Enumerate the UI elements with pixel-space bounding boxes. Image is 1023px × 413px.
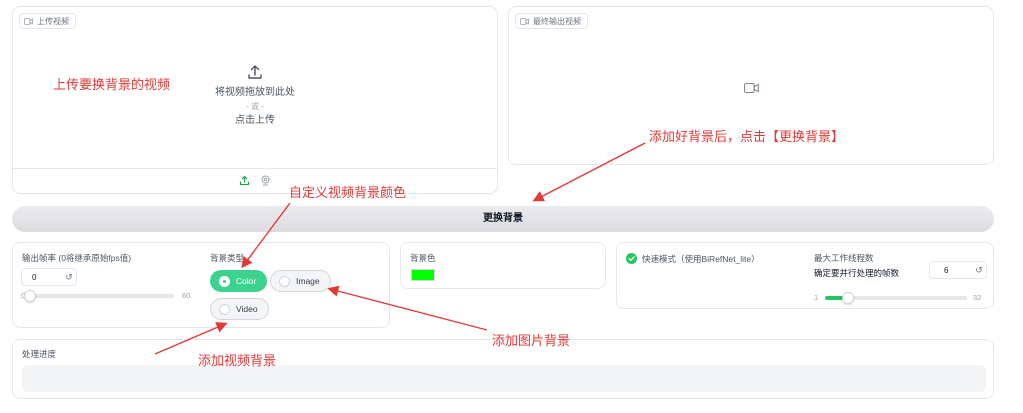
output-panel-label: 最终输出视频 bbox=[515, 13, 588, 29]
radio-dot bbox=[219, 303, 230, 315]
fast-mode-label[interactable]: 快速模式（使用BiRefNet_lite） bbox=[642, 253, 760, 265]
upload-panel-label: 上传视频 bbox=[19, 13, 76, 29]
reset-icon[interactable]: ↺ bbox=[972, 265, 986, 276]
output-panel-title: 最终输出视频 bbox=[533, 16, 581, 26]
annotation-upload: 上传要换背景的视频 bbox=[53, 77, 171, 92]
annotation-color: 自定义视频背景颜色 bbox=[289, 185, 407, 200]
or-text: - 或 - bbox=[246, 102, 264, 111]
radio-color[interactable]: Color bbox=[210, 270, 268, 292]
workers-desc: 确定要并行处理的帧数 bbox=[814, 268, 900, 278]
replace-background-button[interactable]: 更换背景 bbox=[12, 206, 994, 232]
annotation-video: 添加视频背景 bbox=[198, 353, 277, 368]
workers-value: 6 bbox=[944, 265, 949, 275]
workers-slider-thumb[interactable] bbox=[842, 292, 854, 304]
radio-video-label: Video bbox=[236, 304, 258, 314]
video-placeholder-icon bbox=[744, 83, 759, 93]
fps-max: 60 bbox=[182, 291, 191, 300]
upload-icon bbox=[246, 63, 264, 81]
click-upload-text[interactable]: 点击上传 bbox=[13, 113, 497, 128]
webcam-icon[interactable] bbox=[260, 175, 271, 186]
reset-icon[interactable]: ↺ bbox=[62, 272, 76, 283]
annotation-replace: 添加好背景后，点击【更换背景】 bbox=[649, 129, 845, 144]
fps-slider[interactable] bbox=[24, 290, 174, 302]
radio-video[interactable]: Video bbox=[210, 298, 269, 320]
radio-image-label: Image bbox=[296, 276, 320, 286]
bg-color-label: 背景色 bbox=[410, 253, 436, 263]
radio-image[interactable]: Image bbox=[270, 270, 331, 292]
settings-card: 输出帧率 (0将继承原始fps值) 0 ↺ 0 60 背景类型 Color Im… bbox=[12, 242, 390, 328]
progress-label: 处理进度 bbox=[22, 349, 57, 359]
fast-mode-card: 快速模式（使用BiRefNet_lite） 最大工作线程数 确定要并行处理的帧数… bbox=[616, 242, 994, 309]
fps-label: 输出帧率 (0将继承原始fps值) bbox=[22, 253, 132, 263]
radio-dot bbox=[219, 275, 230, 287]
fps-value: 0 bbox=[32, 272, 37, 282]
fps-input[interactable]: 0 ↺ bbox=[21, 268, 77, 286]
bg-color-card: 背景色 bbox=[400, 242, 606, 289]
radio-color-label: Color bbox=[236, 276, 257, 286]
upload-video-panel: 上传视频 将视频拖放到此处 - 或 - 点击上传 bbox=[12, 6, 498, 194]
upload-file-icon[interactable] bbox=[239, 175, 250, 186]
fps-slider-thumb[interactable] bbox=[24, 290, 36, 302]
bg-type-label: 背景类型 bbox=[210, 253, 245, 263]
annotation-image: 添加图片背景 bbox=[492, 333, 571, 348]
radio-dot bbox=[279, 275, 290, 287]
upload-panel-title: 上传视频 bbox=[37, 16, 69, 26]
video-camera-icon bbox=[520, 18, 529, 25]
workers-min: 1 bbox=[814, 293, 819, 302]
workers-label: 最大工作线程数 bbox=[814, 253, 874, 263]
progress-bar bbox=[22, 365, 986, 392]
checkbox-checked-icon[interactable] bbox=[626, 253, 637, 264]
video-camera-icon bbox=[24, 18, 33, 25]
workers-max: 32 bbox=[973, 293, 982, 302]
color-swatch[interactable] bbox=[411, 269, 435, 281]
workers-slider[interactable] bbox=[825, 292, 967, 304]
workers-input[interactable]: 6 ↺ bbox=[929, 261, 987, 279]
